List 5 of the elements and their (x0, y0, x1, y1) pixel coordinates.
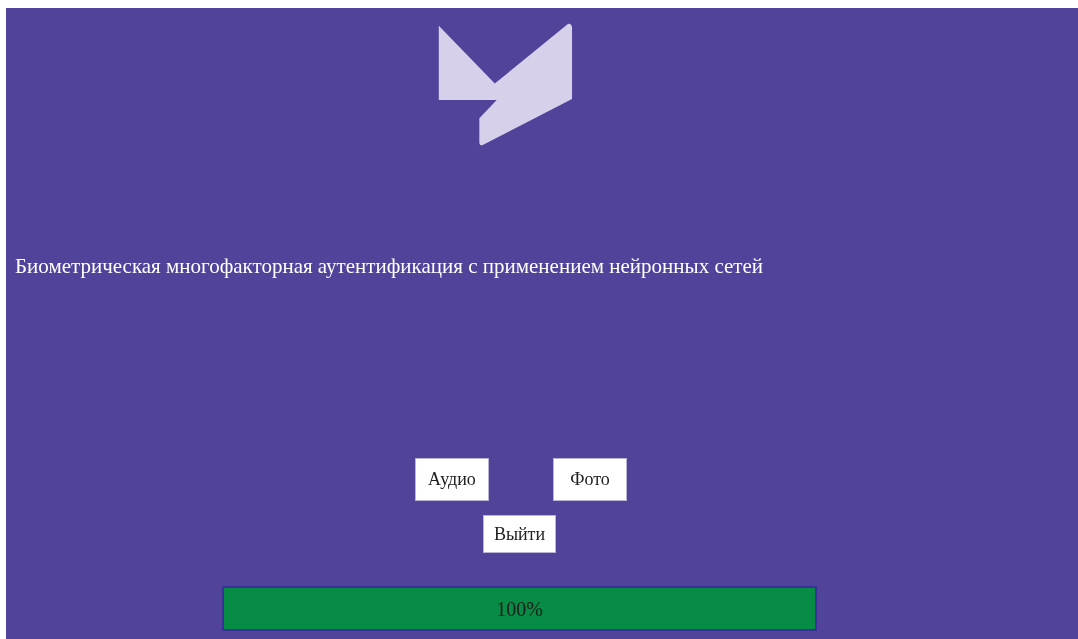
exit-button[interactable]: Выйти (483, 515, 556, 553)
mode-button[interactable]: Фото (553, 458, 627, 501)
progress-value: 100% (495, 596, 544, 622)
app-title: Биометрическая многофакторная аутентификация с применением нейронных сетей (15, 253, 765, 280)
mode-button[interactable]: Аудио (415, 458, 489, 501)
